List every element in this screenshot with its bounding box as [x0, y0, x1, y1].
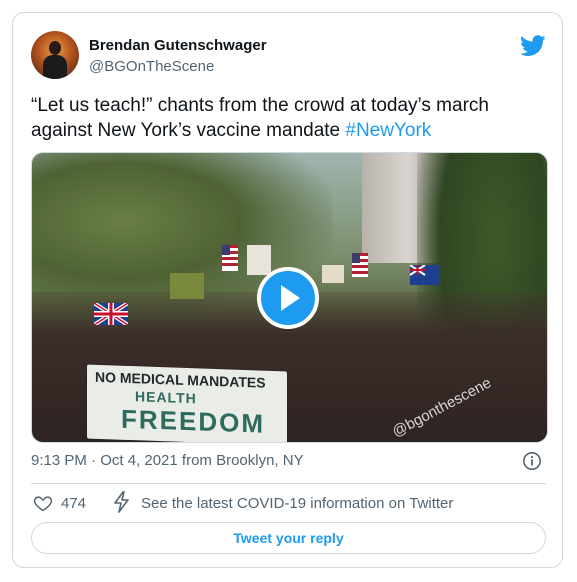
divider	[31, 483, 546, 484]
heart-icon[interactable]	[33, 493, 53, 513]
lightning-icon	[114, 491, 129, 513]
australia-flag	[410, 265, 440, 285]
tweet-embed-card: Brendan Gutenschwager @BGOnTheScene “Let…	[12, 12, 563, 568]
tweet-timestamp[interactable]: 9:13 PM · Oct 4, 2021 from Brooklyn, NY	[31, 452, 304, 469]
like-count[interactable]: 474	[61, 495, 86, 512]
protest-sign	[170, 273, 204, 299]
protest-sign-small	[322, 265, 344, 283]
protest-sign-white	[247, 245, 271, 275]
avatar[interactable]	[31, 31, 79, 79]
us-flag	[222, 245, 238, 271]
play-icon	[281, 285, 300, 311]
us-flag-right	[352, 253, 368, 277]
protest-banner: NO MEDICAL MANDATES HEALTH FREEDOM	[87, 364, 287, 442]
play-button[interactable]	[257, 267, 319, 329]
author-name[interactable]: Brendan Gutenschwager	[89, 37, 267, 54]
banner-line-1: NO MEDICAL MANDATES	[95, 368, 266, 391]
covid-info-link[interactable]: See the latest COVID-19 information on T…	[141, 495, 453, 512]
info-icon[interactable]	[522, 451, 542, 471]
union-jack-flag	[94, 303, 128, 325]
banner-line-3: FREEDOM	[121, 403, 265, 439]
twitter-bird-icon[interactable]	[520, 35, 546, 57]
tweet-reply-button[interactable]: Tweet your reply	[31, 522, 546, 554]
hashtag-link[interactable]: #NewYork	[345, 120, 431, 141]
tweet-text: “Let us teach!” chants from the crowd at…	[31, 93, 546, 143]
video-thumbnail[interactable]: NO MEDICAL MANDATES HEALTH FREEDOM @bgon…	[31, 152, 548, 443]
author-handle[interactable]: @BGOnTheScene	[89, 58, 214, 75]
